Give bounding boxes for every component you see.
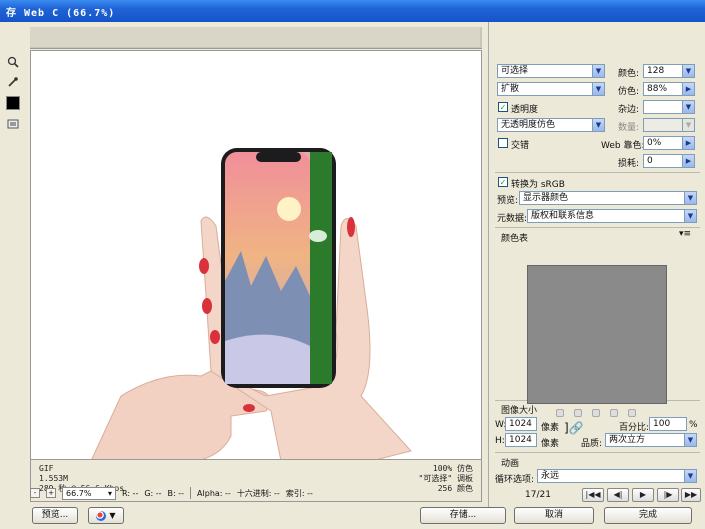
- zoom-in-button[interactable]: +: [46, 488, 56, 498]
- lossy-select[interactable]: 0 ▶: [643, 154, 695, 168]
- divider: [495, 172, 700, 173]
- status-r: R: --: [122, 488, 139, 498]
- new-color-icon[interactable]: [610, 409, 618, 417]
- status-bar: - + 66.7% ▾ R: -- G: -- B: -- Alpha: -- 十…: [30, 485, 482, 501]
- map-transparent-icon[interactable]: [556, 409, 564, 417]
- height-input[interactable]: 1024: [505, 433, 537, 447]
- view-tabs: [30, 27, 482, 49]
- height-unit: 像素: [541, 439, 560, 449]
- metadata-select[interactable]: 版权和联系信息 ▼: [527, 209, 697, 223]
- last-frame-button[interactable]: ▶▶: [681, 488, 701, 502]
- color-table-title: 颜色表: [501, 234, 529, 244]
- tab-optimized[interactable]: [30, 27, 480, 47]
- quality-select[interactable]: 两次立方 ▼: [605, 433, 697, 447]
- title-bar: 存 Web C (66.7%): [0, 0, 705, 22]
- eyedropper-icon[interactable]: [5, 74, 21, 90]
- chevron-down-icon: ▾: [107, 488, 112, 498]
- percent-input[interactable]: 100: [649, 417, 687, 431]
- status-index: 索引: --: [285, 488, 313, 498]
- frame-counter: 17/21: [525, 490, 551, 500]
- preview-label: 预览:: [497, 196, 519, 206]
- colors-label: 颜色:: [618, 69, 640, 79]
- amount-label: 数量:: [618, 123, 640, 133]
- image-size-title: 图像大小: [501, 406, 538, 416]
- color-table[interactable]: [527, 265, 667, 404]
- matte-label: 杂边:: [618, 105, 640, 115]
- color-reduction-select[interactable]: 可选择 ▼: [497, 64, 605, 78]
- toggle-slices-icon[interactable]: [5, 116, 21, 132]
- color-table-menu-icon[interactable]: ▾≡: [679, 229, 691, 239]
- width-unit: 像素: [541, 423, 560, 433]
- info-format: GIF: [39, 464, 54, 473]
- info-size: 1.553M: [39, 474, 68, 483]
- status-g: G: --: [144, 488, 162, 498]
- lossy-label: 损耗:: [618, 159, 640, 169]
- colors-select[interactable]: 128 ▼: [643, 64, 695, 78]
- save-button[interactable]: 存储...: [420, 507, 506, 524]
- matte-select[interactable]: ▼: [643, 100, 695, 114]
- play-button[interactable]: ▶: [632, 488, 654, 502]
- web-shift-icon[interactable]: [574, 409, 582, 417]
- lock-color-icon[interactable]: [592, 409, 600, 417]
- browser-preview-button[interactable]: ▼: [88, 507, 124, 524]
- chevron-down-icon: ▼: [109, 511, 116, 520]
- metadata-label: 元数据:: [497, 214, 528, 224]
- percent-unit: %: [689, 420, 698, 430]
- transparency-label: 透明度: [511, 105, 539, 115]
- constrain-link-icon[interactable]: ]🔗: [564, 421, 584, 435]
- info-palette: "可选择" 调板: [418, 474, 473, 483]
- divider: [495, 227, 700, 228]
- web-snap-select[interactable]: 0% ▶: [643, 136, 695, 150]
- zoom-icon[interactable]: [5, 54, 21, 70]
- amount-select: ▼: [643, 118, 695, 132]
- next-frame-button[interactable]: |▶: [657, 488, 679, 502]
- convert-srgb-checkbox[interactable]: ✓: [498, 177, 508, 187]
- web-snap-label: Web 靠色:: [601, 141, 645, 151]
- status-b: B: --: [167, 488, 185, 498]
- preview-canvas[interactable]: [30, 50, 482, 460]
- quality-label: 品质:: [581, 439, 603, 449]
- zoom-select[interactable]: 66.7% ▾: [62, 486, 116, 500]
- transparency-checkbox[interactable]: ✓: [498, 102, 508, 112]
- preview-image: [91, 148, 412, 459]
- zoom-out-button[interactable]: -: [30, 488, 40, 498]
- first-frame-button[interactable]: |◀◀: [582, 488, 604, 502]
- loop-label: 循环选项:: [495, 475, 535, 485]
- cancel-button[interactable]: 取消: [514, 507, 594, 524]
- percent-label: 百分比:: [619, 423, 650, 433]
- tool-strip: [2, 52, 24, 152]
- color-swatch[interactable]: [6, 96, 20, 110]
- previous-frame-button[interactable]: ◀|: [607, 488, 629, 502]
- info-dither: 100% 仿色: [432, 464, 473, 473]
- preview-select[interactable]: 显示器颜色 ▼: [519, 191, 697, 205]
- button-bar: 预览... ▼ 存储... 取消 完成: [0, 507, 705, 529]
- status-alpha: Alpha: --: [197, 488, 231, 498]
- done-button[interactable]: 完成: [604, 507, 692, 524]
- dither-amount-select[interactable]: 88% ▶: [643, 82, 695, 96]
- divider: [190, 487, 192, 499]
- status-hex: 十六进制: --: [236, 488, 280, 498]
- width-input[interactable]: 1024: [505, 417, 537, 431]
- divider: [495, 452, 700, 453]
- height-label: H:: [495, 436, 505, 446]
- trash-icon[interactable]: [628, 409, 636, 417]
- dither-label: 仿色:: [618, 87, 640, 97]
- preview-button[interactable]: 预览...: [32, 507, 78, 524]
- loop-select[interactable]: 永远 ▼: [537, 469, 697, 483]
- transparency-dither-select[interactable]: 无透明度仿色 ▼: [497, 118, 605, 132]
- browser-icon: [96, 510, 107, 521]
- interlaced-label: 交错: [511, 141, 530, 151]
- dither-algorithm-select[interactable]: 扩散 ▼: [497, 82, 605, 96]
- color-table-toolbar: [556, 409, 636, 417]
- convert-srgb-label: 转换为 sRGB: [511, 180, 565, 190]
- animation-title: 动画: [501, 459, 520, 469]
- interlaced-checkbox[interactable]: [498, 138, 508, 148]
- save-for-web-window: GIF 1.553M 289 秒 @ 56.6 Kbps 100% 仿色 "可选…: [0, 22, 705, 529]
- window-title: 存 Web C (66.7%): [6, 8, 116, 19]
